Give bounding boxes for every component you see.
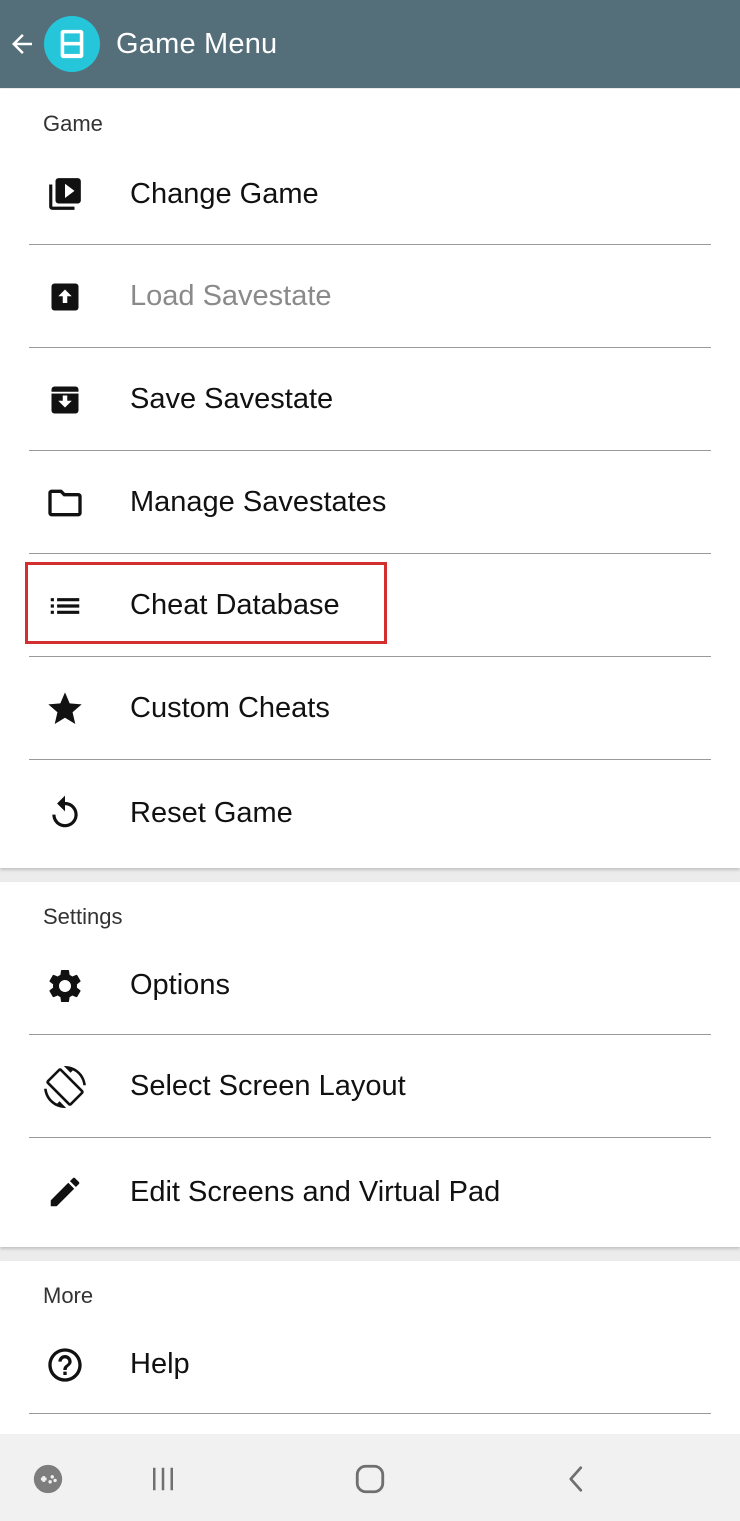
menu-item-manage-savestates[interactable]: Manage Savestates [0, 451, 740, 554]
home-icon[interactable] [345, 1454, 395, 1504]
recents-icon[interactable] [138, 1454, 188, 1504]
menu-item-change-game[interactable]: Change Game [0, 143, 740, 245]
menu-item-label: Options [130, 969, 230, 1001]
folder-icon [44, 482, 86, 524]
video-library-icon [44, 173, 86, 215]
gear-icon [44, 965, 86, 1007]
game-launcher-icon[interactable] [23, 1454, 73, 1504]
menu-item-edit-screens[interactable]: Edit Screens and Virtual Pad [0, 1138, 740, 1246]
menu-item-label: Reset Game [130, 796, 293, 829]
menu-item-options[interactable]: Options [0, 936, 740, 1035]
archive-download-icon [44, 379, 86, 421]
screen-rotation-icon [44, 1065, 86, 1108]
menu-item-cheat-database[interactable]: Cheat Database [0, 554, 740, 657]
game-section: Game Change Game Load Savestate Save Sav… [0, 89, 740, 868]
more-section: More Help [0, 1261, 740, 1434]
menu-item-label: Manage Savestates [130, 486, 387, 518]
menu-item-label: Help [130, 1348, 190, 1380]
help-icon [44, 1344, 86, 1386]
menu-item-custom-cheats[interactable]: Custom Cheats [0, 657, 740, 760]
menu-item-label: Change Game [130, 177, 319, 210]
pencil-icon [44, 1171, 86, 1213]
reset-icon [44, 792, 86, 834]
back-icon[interactable] [552, 1454, 602, 1504]
menu-item-reset-game[interactable]: Reset Game [0, 760, 740, 866]
menu-item-label: Save Savestate [130, 383, 334, 415]
menu-item-label: Cheat Database [130, 589, 340, 621]
section-header-more: More [43, 1283, 94, 1308]
menu-item-label: Edit Screens and Virtual Pad [130, 1175, 501, 1208]
section-header-settings: Settings [43, 904, 123, 929]
menu-item-help[interactable]: Help [0, 1315, 740, 1414]
star-icon [44, 688, 86, 730]
divider [29, 1412, 711, 1414]
list-icon [44, 585, 86, 627]
menu-item-save-savestate[interactable]: Save Savestate [0, 348, 740, 451]
menu-item-label: Select Screen Layout [130, 1070, 406, 1102]
system-nav-bar [0, 1434, 740, 1521]
menu-item-label: Load Savestate [130, 280, 332, 312]
menu-item-load-savestate[interactable]: Load Savestate [0, 245, 740, 348]
archive-upload-icon [44, 276, 86, 318]
nds-logo-icon [44, 16, 100, 72]
page-title: Game Menu [116, 27, 278, 60]
section-header-game: Game [43, 111, 103, 136]
arrow-back-icon[interactable] [0, 0, 44, 88]
app-bar: Game Menu [0, 0, 740, 88]
menu-item-label: Custom Cheats [130, 692, 330, 724]
menu-item-select-screen-layout[interactable]: Select Screen Layout [0, 1035, 740, 1138]
settings-section: Settings Options Select Screen Layout Ed… [0, 882, 740, 1247]
